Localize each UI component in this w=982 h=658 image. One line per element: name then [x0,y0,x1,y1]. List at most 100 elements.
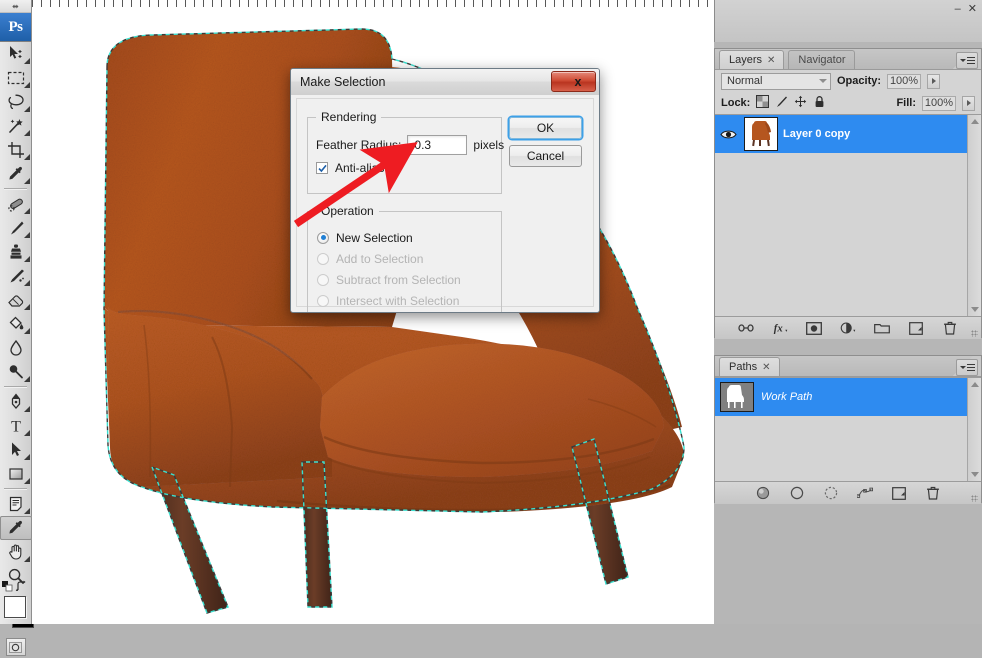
dodge-tool[interactable] [0,360,32,384]
history-brush-tool[interactable] [0,264,32,288]
crop-tool[interactable] [0,138,32,162]
cancel-button[interactable]: Cancel [509,145,582,167]
lock-image-pixels-icon[interactable] [775,95,788,111]
close-icon[interactable]: x [551,71,596,92]
close-icon[interactable]: ✕ [767,55,775,66]
layer-thumbnail[interactable] [744,117,778,151]
delete-layer-button[interactable] [942,320,958,336]
type-tool-flyout-triangle [24,430,30,436]
paths-scrollbar[interactable] [967,378,981,481]
stroke-path-button[interactable] [789,485,805,501]
clone-stamp-tool[interactable] [0,240,32,264]
feather-radius-input[interactable]: 0.3 [407,135,468,155]
paths-panel-footer [715,481,981,504]
pen-tool[interactable] [0,390,32,414]
layer-visibility-eye-icon[interactable] [717,128,739,141]
lock-all-icon[interactable] [813,95,826,111]
table-row[interactable]: Layer 0 copy [715,115,981,153]
link-layers-button[interactable] [738,320,754,336]
opacity-label: Opacity: [837,75,882,87]
tools-divider-2 [4,386,27,388]
notes-tool[interactable] [0,492,32,516]
fill-path-button[interactable] [755,485,771,501]
type-tool[interactable]: T [0,414,32,438]
anti-aliased-row[interactable]: Anti-aliased [316,161,398,175]
layers-panel-tabstrip: Layers ✕ Navigator [715,49,981,70]
tab-navigator-label: Navigator [798,54,846,66]
layers-scrollbar[interactable] [967,115,981,316]
layers-panel-menu-button[interactable] [956,52,978,69]
move-tool[interactable] [0,42,32,66]
close-icon[interactable]: ✕ [968,2,977,15]
path-thumbnail[interactable] [720,382,754,412]
tab-navigator[interactable]: Navigator [788,50,855,69]
load-path-as-selection-button[interactable] [823,485,839,501]
close-icon-label: x [574,74,582,89]
healing-brush-tool[interactable] [0,192,32,216]
healing-brush-flyout-triangle [24,208,30,214]
new-group-button[interactable] [874,320,890,336]
toolbar-drag-grip[interactable]: ⬌ [0,0,31,13]
panel-resize-grip[interactable] [971,495,978,502]
edit-in-quick-mask-mode-icon[interactable] [5,638,26,656]
path-name: Work Path [761,391,813,403]
eyedropper-tool-flyout-triangle [24,178,30,184]
tab-layers[interactable]: Layers ✕ [719,50,785,69]
make-work-path-button[interactable] [857,485,873,501]
minimize-icon[interactable]: – [955,3,961,15]
radio-intersect-with-selection [317,294,329,307]
layer-mask-button[interactable] [806,320,822,336]
panel-resize-grip[interactable] [971,330,978,337]
tab-paths[interactable]: Paths ✕ [719,357,780,376]
rectangular-marquee-tool[interactable] [0,66,32,90]
tools-palette: ⬌ Ps T [0,0,34,656]
paths-panel-menu-button[interactable] [956,359,978,376]
menu-lines-icon [966,363,975,372]
blend-mode-value: Normal [727,75,763,87]
opacity-input[interactable]: 100% [887,73,922,89]
rectangle-shape-tool[interactable] [0,462,32,486]
pen-tool-flyout-triangle [24,406,30,412]
blend-mode-select[interactable]: Normal [721,72,831,90]
color-sampler-tool[interactable] [0,516,32,540]
lasso-tool[interactable] [0,90,32,114]
new-layer-button[interactable] [908,320,924,336]
option-new-selection[interactable]: New Selection [317,227,461,248]
scroll-down-arrow-icon[interactable] [971,307,979,312]
hand-tool[interactable] [0,540,32,564]
swap-colors-icon[interactable] [15,580,29,596]
eraser-tool[interactable] [0,288,32,312]
close-icon[interactable]: ✕ [762,362,770,373]
radio-new-selection[interactable] [317,231,329,244]
scroll-up-arrow-icon[interactable] [971,382,979,387]
dock-window-controls: – ✕ [955,2,977,16]
ok-button[interactable]: OK [509,117,582,139]
foreground-color-swatch[interactable] [4,596,26,618]
default-colors-icon[interactable] [1,580,15,597]
brush-tool[interactable] [0,216,32,240]
dialog-body: Rendering Feather Radius: 0.3 pixels Ant… [296,98,594,312]
toolbar-grip-glyph: ⬌ [12,1,19,11]
blur-tool[interactable] [0,336,32,360]
opacity-slider-button[interactable] [927,73,941,89]
list-item[interactable]: Work Path [715,378,981,416]
anti-aliased-checkbox[interactable] [316,162,328,174]
path-selection-tool[interactable] [0,438,32,462]
adjustment-layer-button[interactable] [840,320,856,336]
rendering-group: Rendering [307,110,502,194]
fill-slider-button[interactable] [962,95,975,111]
lock-transparent-pixels-icon[interactable] [756,95,770,111]
lock-position-icon[interactable] [794,95,807,111]
paint-bucket-tool[interactable] [0,312,32,336]
layer-style-button[interactable]: fx [772,320,788,336]
dialog-titlebar[interactable]: Make Selection x [291,69,599,95]
make-selection-dialog[interactable]: Make Selection x Rendering Feather Radiu… [290,68,600,313]
new-path-button[interactable] [891,485,907,501]
magic-wand-tool[interactable] [0,114,32,138]
eyedropper-tool[interactable] [0,162,32,186]
scroll-down-arrow-icon[interactable] [971,472,979,477]
delete-path-button[interactable] [925,485,941,501]
scroll-up-arrow-icon[interactable] [971,119,979,124]
fill-input[interactable]: 100% [922,95,956,111]
option-intersect-with-selection: Intersect with Selection [317,290,461,311]
